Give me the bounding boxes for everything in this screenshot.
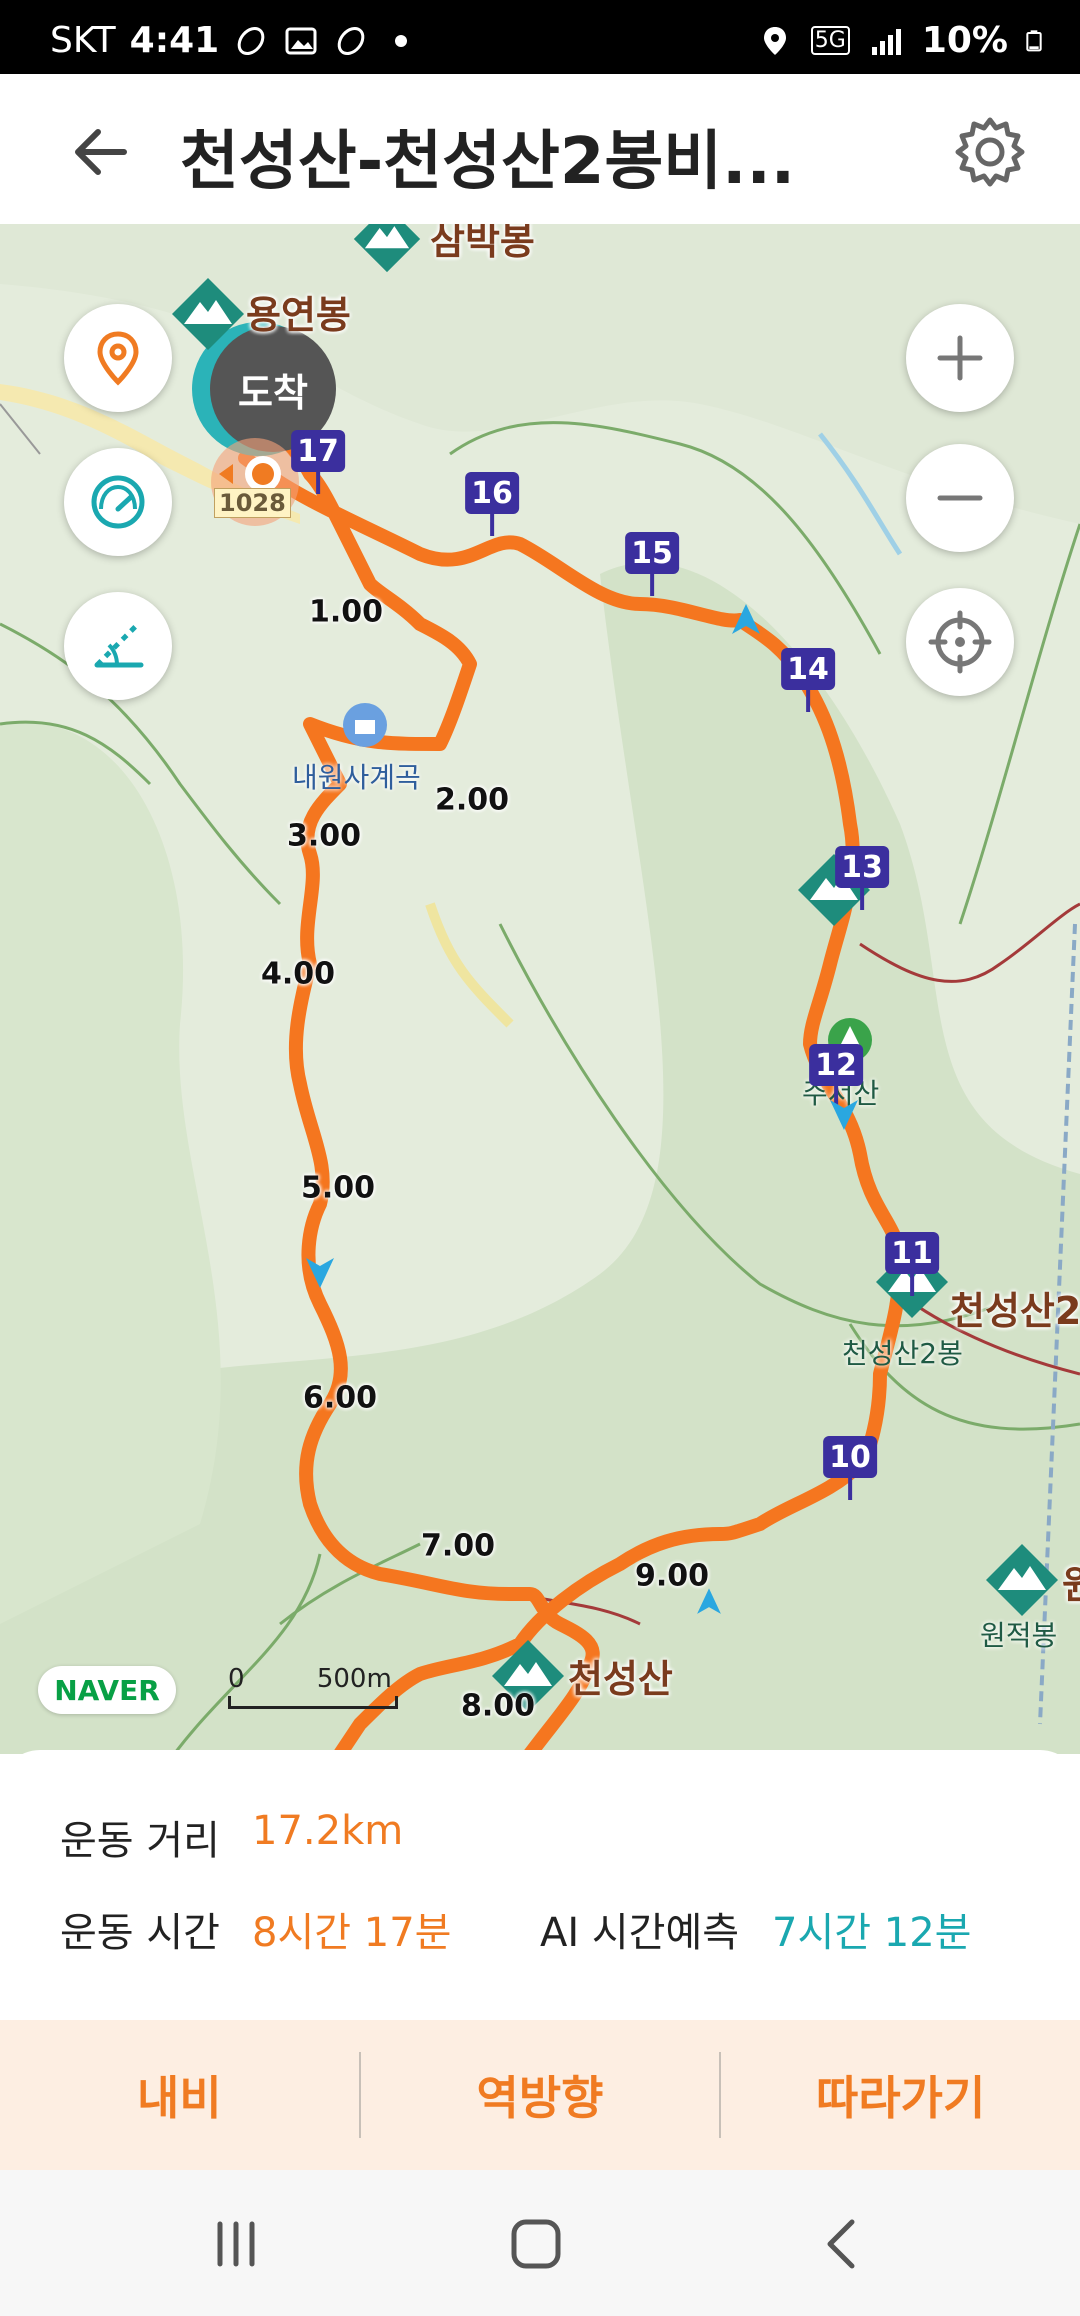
- km-label: 3.00: [286, 818, 362, 854]
- direction-arrow-icon: [306, 1258, 334, 1288]
- ai-prediction-value: 7시간 12분: [772, 1910, 972, 1956]
- crosshair-icon: [928, 610, 992, 674]
- waypoint-marker[interactable]: 15: [625, 532, 679, 596]
- naver-logo: NAVER: [38, 1666, 176, 1714]
- activity-icon: [237, 26, 265, 55]
- carrier-label: SKT: [50, 20, 116, 61]
- plus-icon: [937, 335, 983, 381]
- speedometer-button[interactable]: [64, 448, 172, 556]
- time-value: 8시간 17분: [252, 1910, 452, 1956]
- place-label-cheonseongsan-right: 천성산2: [950, 1289, 1080, 1333]
- direction-arrow-icon: [732, 604, 760, 634]
- distance-label: 운동 거리: [60, 1818, 220, 1864]
- zoom-out-button[interactable]: [906, 444, 1014, 552]
- location-icon: [763, 26, 786, 55]
- top-app-bar: 천성산-천성산2봉비...: [0, 74, 1080, 226]
- activity-icon-2: [337, 26, 365, 55]
- km-label: 5.00: [300, 1170, 376, 1206]
- recent-apps-icon[interactable]: [206, 2214, 266, 2274]
- distance-value: 17.2km: [252, 1808, 404, 1854]
- system-back-icon[interactable]: [812, 2214, 872, 2274]
- slope-button[interactable]: [64, 592, 172, 700]
- mountain-peak-icon: [172, 278, 244, 350]
- follow-button[interactable]: 따라가기: [721, 2020, 1080, 2170]
- place-label-cheonseongsan: 천성산: [568, 1657, 673, 1701]
- mountain-peak-icon: [986, 1544, 1058, 1616]
- waypoint-marker[interactable]: 17: [291, 430, 345, 494]
- km-label: 4.00: [260, 956, 336, 992]
- clock: 4:41: [129, 20, 220, 61]
- slope-angle-icon: [94, 623, 144, 668]
- place-label-right-edge: 원: [1062, 1563, 1080, 1607]
- gallery-icon: [285, 27, 317, 54]
- waypoint-marker[interactable]: 14: [781, 648, 835, 712]
- time-label: 운동 시간: [60, 1910, 220, 1956]
- scale-value: 500m: [316, 1664, 392, 1694]
- signal-icon: [871, 28, 901, 55]
- km-label: 6.00: [302, 1380, 378, 1416]
- map-view[interactable]: 도착 1028 삼박봉 용연봉 내원사계곡 주서산 천성산2 천성산2봉 천성산…: [0, 224, 1080, 1754]
- status-bar: SKT 4:41 5G 10%: [0, 0, 1080, 74]
- place-label-wonjeokbong: 원적봉: [980, 1619, 1058, 1652]
- temple-icon: [343, 703, 387, 747]
- battery-icon: [1026, 29, 1042, 51]
- map-terrain: [0, 224, 1080, 1754]
- ai-prediction-label: AI 시간예측: [540, 1910, 740, 1956]
- waypoint-marker[interactable]: 11: [885, 1232, 939, 1296]
- location-pin-button[interactable]: [64, 304, 172, 412]
- battery-label: 10%: [921, 20, 1008, 61]
- waypoint-marker[interactable]: 13: [835, 846, 889, 910]
- waypoint-marker[interactable]: 16: [465, 472, 519, 536]
- direction-arrow-icon: [697, 1588, 721, 1614]
- waypoint-marker[interactable]: 10: [823, 1436, 877, 1500]
- place-label-naewonsa: 내원사계곡: [292, 761, 421, 794]
- home-icon[interactable]: [506, 2214, 566, 2274]
- system-nav-bar: [0, 2170, 1080, 2316]
- scale-line: [228, 1696, 398, 1709]
- map-pin-icon: [97, 331, 139, 386]
- dot-icon: [395, 34, 408, 47]
- back-arrow-icon[interactable]: [62, 112, 142, 192]
- scale-bar: 0 500m: [228, 1664, 398, 1709]
- place-label-cheonseongsan2bong: 천성산2봉: [842, 1337, 963, 1370]
- place-label-top: 삼박봉: [430, 224, 535, 263]
- route-summary-panel: 운동 거리 17.2km 운동 시간 8시간 17분 AI 시간예측 7시간 1…: [0, 1750, 1080, 2020]
- reverse-button[interactable]: 역방향: [361, 2020, 720, 2170]
- km-label: 7.00: [420, 1528, 496, 1564]
- km-label: 2.00: [434, 782, 510, 818]
- mountain-peak-icon: [353, 224, 421, 273]
- road-number-label: 1028: [214, 488, 291, 518]
- km-label: 8.00: [460, 1688, 536, 1724]
- minus-icon: [937, 495, 983, 501]
- zoom-in-button[interactable]: [906, 304, 1014, 412]
- my-location-button[interactable]: [906, 588, 1014, 696]
- speedometer-icon: [91, 475, 145, 529]
- page-title: 천성산-천성산2봉비...: [180, 125, 796, 199]
- scale-zero: 0: [228, 1664, 245, 1694]
- gear-icon[interactable]: [952, 114, 1028, 190]
- navi-button[interactable]: 내비: [0, 2020, 359, 2170]
- place-label-yongyeonbong: 용연봉: [246, 293, 351, 337]
- network-label: 5G: [810, 26, 850, 55]
- direction-arrow-icon: [830, 1100, 858, 1130]
- action-bar: 내비 역방향 따라가기: [0, 2020, 1080, 2170]
- waypoint-marker[interactable]: 12: [809, 1044, 863, 1108]
- km-label: 1.00: [308, 594, 384, 630]
